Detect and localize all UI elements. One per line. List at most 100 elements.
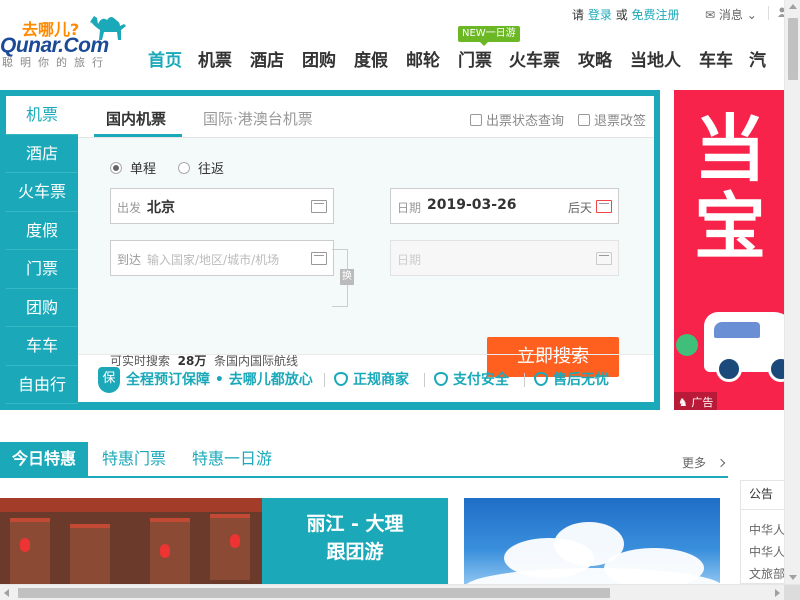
calendar-icon[interactable] bbox=[596, 200, 612, 213]
guarantee-bar: 保 全程预订保障 • 去哪儿都放心 正规商家 支付安全 售后无忧 bbox=[78, 354, 654, 402]
round-trip-radio[interactable]: 往返 bbox=[178, 158, 224, 177]
search-box: 机票 酒店 火车票 度假 门票 团购 车车 自由行 国内机票 国际·港澳台机票 … bbox=[0, 90, 660, 410]
tab-today-deals[interactable]: 今日特惠 bbox=[0, 442, 89, 476]
main-nav: 首页 机票 酒店 团购 度假 邮轮 门票 火车票 攻略 当地人 车车汽 bbox=[148, 46, 766, 71]
nav-guides[interactable]: 攻略 bbox=[578, 46, 612, 71]
nav-cars[interactable]: 车车 bbox=[699, 46, 733, 71]
nav-hotels[interactable]: 酒店 bbox=[250, 46, 284, 71]
ad-banner[interactable]: 当 宝 ♞ 广告 bbox=[674, 90, 784, 410]
from-label: 出发 bbox=[117, 201, 142, 215]
register-link[interactable]: 免费注册 bbox=[632, 8, 680, 22]
category-tabs: 机票 酒店 火车票 度假 门票 团购 车车 自由行 bbox=[6, 96, 78, 404]
page: 请 登录 或 免费注册 ✉ 消息 ⌄ 去哪儿? Qunar.Com 聪明你的旅行… bbox=[0, 0, 800, 600]
horizontal-scroll-thumb[interactable] bbox=[18, 588, 610, 598]
login-link[interactable]: 登录 bbox=[588, 8, 612, 22]
lantern-graphic bbox=[230, 534, 240, 548]
deals-tabs: 今日特惠 特惠门票 特惠一日游 更多 bbox=[0, 442, 728, 476]
notice-item[interactable]: 中华人 bbox=[749, 543, 785, 560]
lock-icon bbox=[470, 114, 482, 126]
lantern-graphic bbox=[160, 544, 170, 558]
from-city-field[interactable]: 出发 北京 bbox=[110, 188, 334, 224]
guarantee-payment[interactable]: 支付安全 bbox=[434, 369, 509, 389]
document-icon bbox=[578, 114, 590, 126]
more-link[interactable]: 更多 bbox=[682, 454, 726, 471]
tab-domestic-flights[interactable]: 国内机票 bbox=[106, 108, 166, 129]
date-value: 2019-03-26 bbox=[427, 197, 517, 213]
vertical-scroll-thumb[interactable] bbox=[788, 18, 798, 80]
to-label: 到达 bbox=[117, 253, 142, 267]
deal-caption-lijiang[interactable]: 丽江 - 大理 跟团游 bbox=[262, 498, 448, 584]
nav-flights[interactable]: 机票 bbox=[198, 46, 232, 71]
return-date-field: 日期 bbox=[390, 240, 619, 276]
more-label: 更多 bbox=[682, 456, 707, 470]
tab-day-trip-deals[interactable]: 特惠一日游 bbox=[180, 442, 284, 476]
vertical-scrollbar[interactable] bbox=[784, 0, 800, 584]
building-graphic bbox=[210, 514, 250, 580]
flight-type-tabs: 国内机票 国际·港澳台机票 出票状态查询 退票改签 bbox=[78, 96, 654, 138]
qunar-logo[interactable]: 去哪儿? Qunar.Com 聪明你的旅行 bbox=[0, 10, 135, 70]
side-tab-cars[interactable]: 车车 bbox=[6, 327, 78, 366]
calendar-icon bbox=[596, 252, 612, 265]
deal-image-sky[interactable] bbox=[464, 498, 720, 584]
to-placeholder: 输入国家/地区/城市/机场 bbox=[147, 253, 280, 267]
tab-ticket-deals[interactable]: 特惠门票 bbox=[90, 442, 178, 476]
roof-graphic bbox=[0, 498, 262, 512]
nav-group-buy[interactable]: 团购 bbox=[302, 46, 336, 71]
guarantee-merchant[interactable]: 正规商家 bbox=[334, 369, 409, 389]
scroll-down-arrow-icon[interactable] bbox=[789, 575, 797, 580]
nav-tickets[interactable]: 门票 bbox=[458, 46, 492, 71]
scroll-up-arrow-icon[interactable] bbox=[789, 4, 797, 9]
side-tab-flights[interactable]: 机票 bbox=[6, 96, 78, 135]
ad-label-text: 广告 bbox=[691, 396, 714, 409]
nav-locals[interactable]: 当地人 bbox=[630, 46, 681, 71]
ticket-status-label: 出票状态查询 bbox=[486, 114, 565, 129]
refund-link[interactable]: 退票改签 bbox=[578, 110, 646, 129]
chevron-down-icon: ⌄ bbox=[746, 8, 757, 22]
side-tab-free-travel[interactable]: 自由行 bbox=[6, 366, 78, 404]
divider bbox=[524, 373, 525, 387]
nav-bus[interactable]: 汽 bbox=[749, 46, 766, 71]
nav-vacation[interactable]: 度假 bbox=[354, 46, 388, 71]
divider bbox=[424, 373, 425, 387]
side-tab-vacation[interactable]: 度假 bbox=[6, 212, 78, 250]
return-date-label: 日期 bbox=[397, 253, 422, 267]
city-picker-icon[interactable] bbox=[311, 252, 327, 265]
notice-item[interactable]: 中华人 bbox=[749, 521, 785, 538]
deal-image-lijiang[interactable] bbox=[0, 498, 262, 584]
envelope-icon: ✉ bbox=[705, 8, 716, 22]
building-graphic bbox=[10, 518, 50, 584]
swap-cities-button[interactable]: 换 bbox=[340, 269, 354, 285]
guarantee-aftersales-label: 售后无忧 bbox=[553, 372, 609, 388]
nav-cruise[interactable]: 邮轮 bbox=[406, 46, 440, 71]
tab-international-flights[interactable]: 国际·港澳台机票 bbox=[203, 108, 313, 129]
radio-dot bbox=[110, 162, 122, 174]
search-form: 单程 往返 出发 北京 到达 输入国家/地区/城市/机场 换 日期 2019-0… bbox=[78, 138, 654, 377]
side-tab-tickets[interactable]: 门票 bbox=[6, 250, 78, 289]
side-tab-group-buy[interactable]: 团购 bbox=[6, 289, 78, 327]
one-way-radio[interactable]: 单程 bbox=[110, 158, 156, 177]
scroll-left-arrow-icon[interactable] bbox=[4, 589, 9, 597]
divider bbox=[768, 6, 769, 20]
heart-icon bbox=[534, 372, 548, 386]
guarantee-aftersales[interactable]: 售后无忧 bbox=[534, 369, 609, 389]
lantern-graphic bbox=[20, 538, 30, 552]
tree-graphic bbox=[676, 334, 698, 356]
ticket-status-link[interactable]: 出票状态查询 bbox=[470, 110, 564, 129]
guarantee-merchant-label: 正规商家 bbox=[353, 372, 409, 388]
guarantee-main[interactable]: 全程预订保障 • 去哪儿都放心 bbox=[126, 369, 313, 389]
scrollbar-corner bbox=[784, 585, 800, 600]
nav-trains[interactable]: 火车票 bbox=[509, 46, 560, 71]
scroll-right-arrow-icon[interactable] bbox=[775, 589, 780, 597]
deal-caption-line2: 跟团游 bbox=[326, 541, 384, 563]
city-picker-icon[interactable] bbox=[311, 200, 327, 213]
horizontal-scrollbar[interactable] bbox=[0, 584, 800, 600]
messages-menu[interactable]: ✉ 消息 ⌄ bbox=[705, 6, 757, 23]
to-city-field[interactable]: 到达 输入国家/地区/城市/机场 bbox=[110, 240, 334, 276]
nav-home[interactable]: 首页 bbox=[148, 46, 182, 71]
round-trip-label: 往返 bbox=[198, 162, 225, 177]
departure-date-field[interactable]: 日期 2019-03-26 后天 bbox=[390, 188, 619, 224]
notice-item[interactable]: 文旅部 bbox=[749, 565, 785, 582]
side-tab-trains[interactable]: 火车票 bbox=[6, 173, 78, 212]
side-tab-hotels[interactable]: 酒店 bbox=[6, 135, 78, 173]
refund-label: 退票改签 bbox=[594, 114, 647, 129]
